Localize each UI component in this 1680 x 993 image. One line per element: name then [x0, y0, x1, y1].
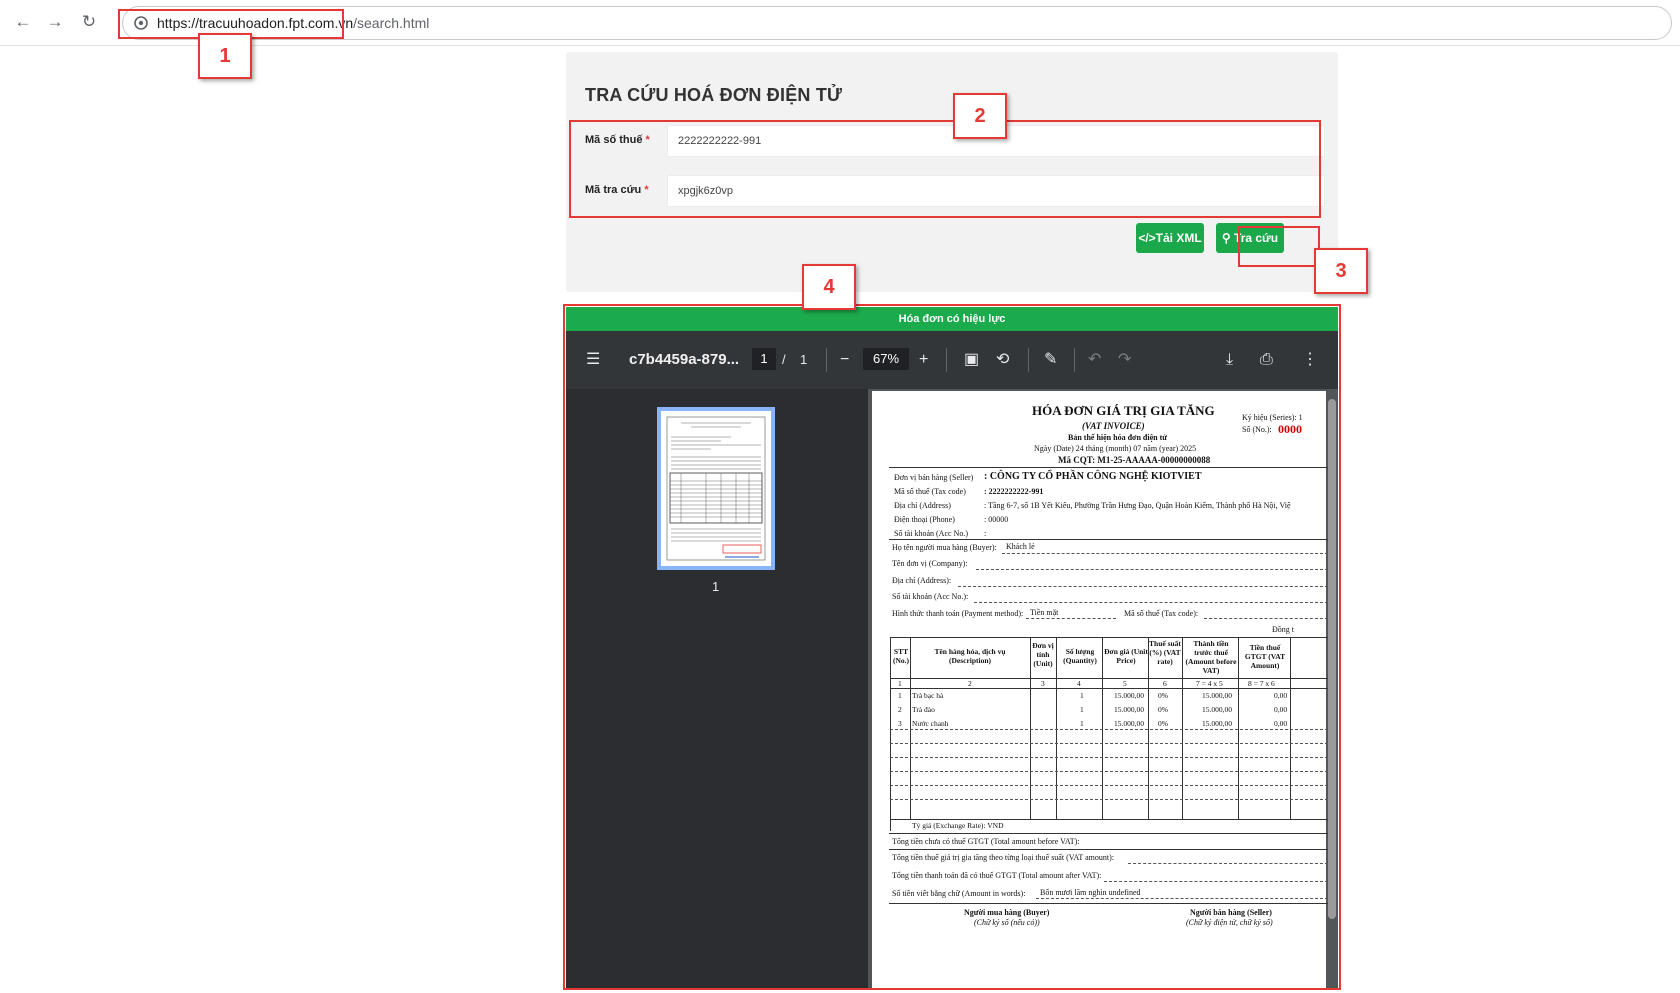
forward-icon[interactable]: →	[44, 11, 66, 33]
callout-1: 1	[198, 33, 252, 79]
reload-icon[interactable]: ↻	[78, 11, 100, 33]
highlight-form-fields	[569, 120, 1321, 218]
download-xml-label: Tải XML	[1155, 231, 1202, 245]
address-bar[interactable]: https://tracuuhoadon.fpt.com.vn/search.h…	[122, 6, 1672, 40]
highlight-search-button	[1238, 226, 1320, 267]
callout-4: 4	[802, 264, 856, 310]
callout-3: 3	[1314, 248, 1368, 294]
callout-2: 2	[953, 93, 1007, 139]
search-icon: ⚲	[1221, 231, 1235, 245]
back-icon[interactable]: ←	[12, 11, 34, 33]
highlight-invoice-viewer	[563, 304, 1341, 990]
page-title: TRA CỨU HOÁ ĐƠN ĐIỆN TỬ	[585, 85, 843, 105]
download-xml-button[interactable]: </>Tải XML	[1136, 223, 1204, 253]
code-icon: </>	[1138, 231, 1156, 245]
url-path: /search.html	[353, 15, 430, 31]
